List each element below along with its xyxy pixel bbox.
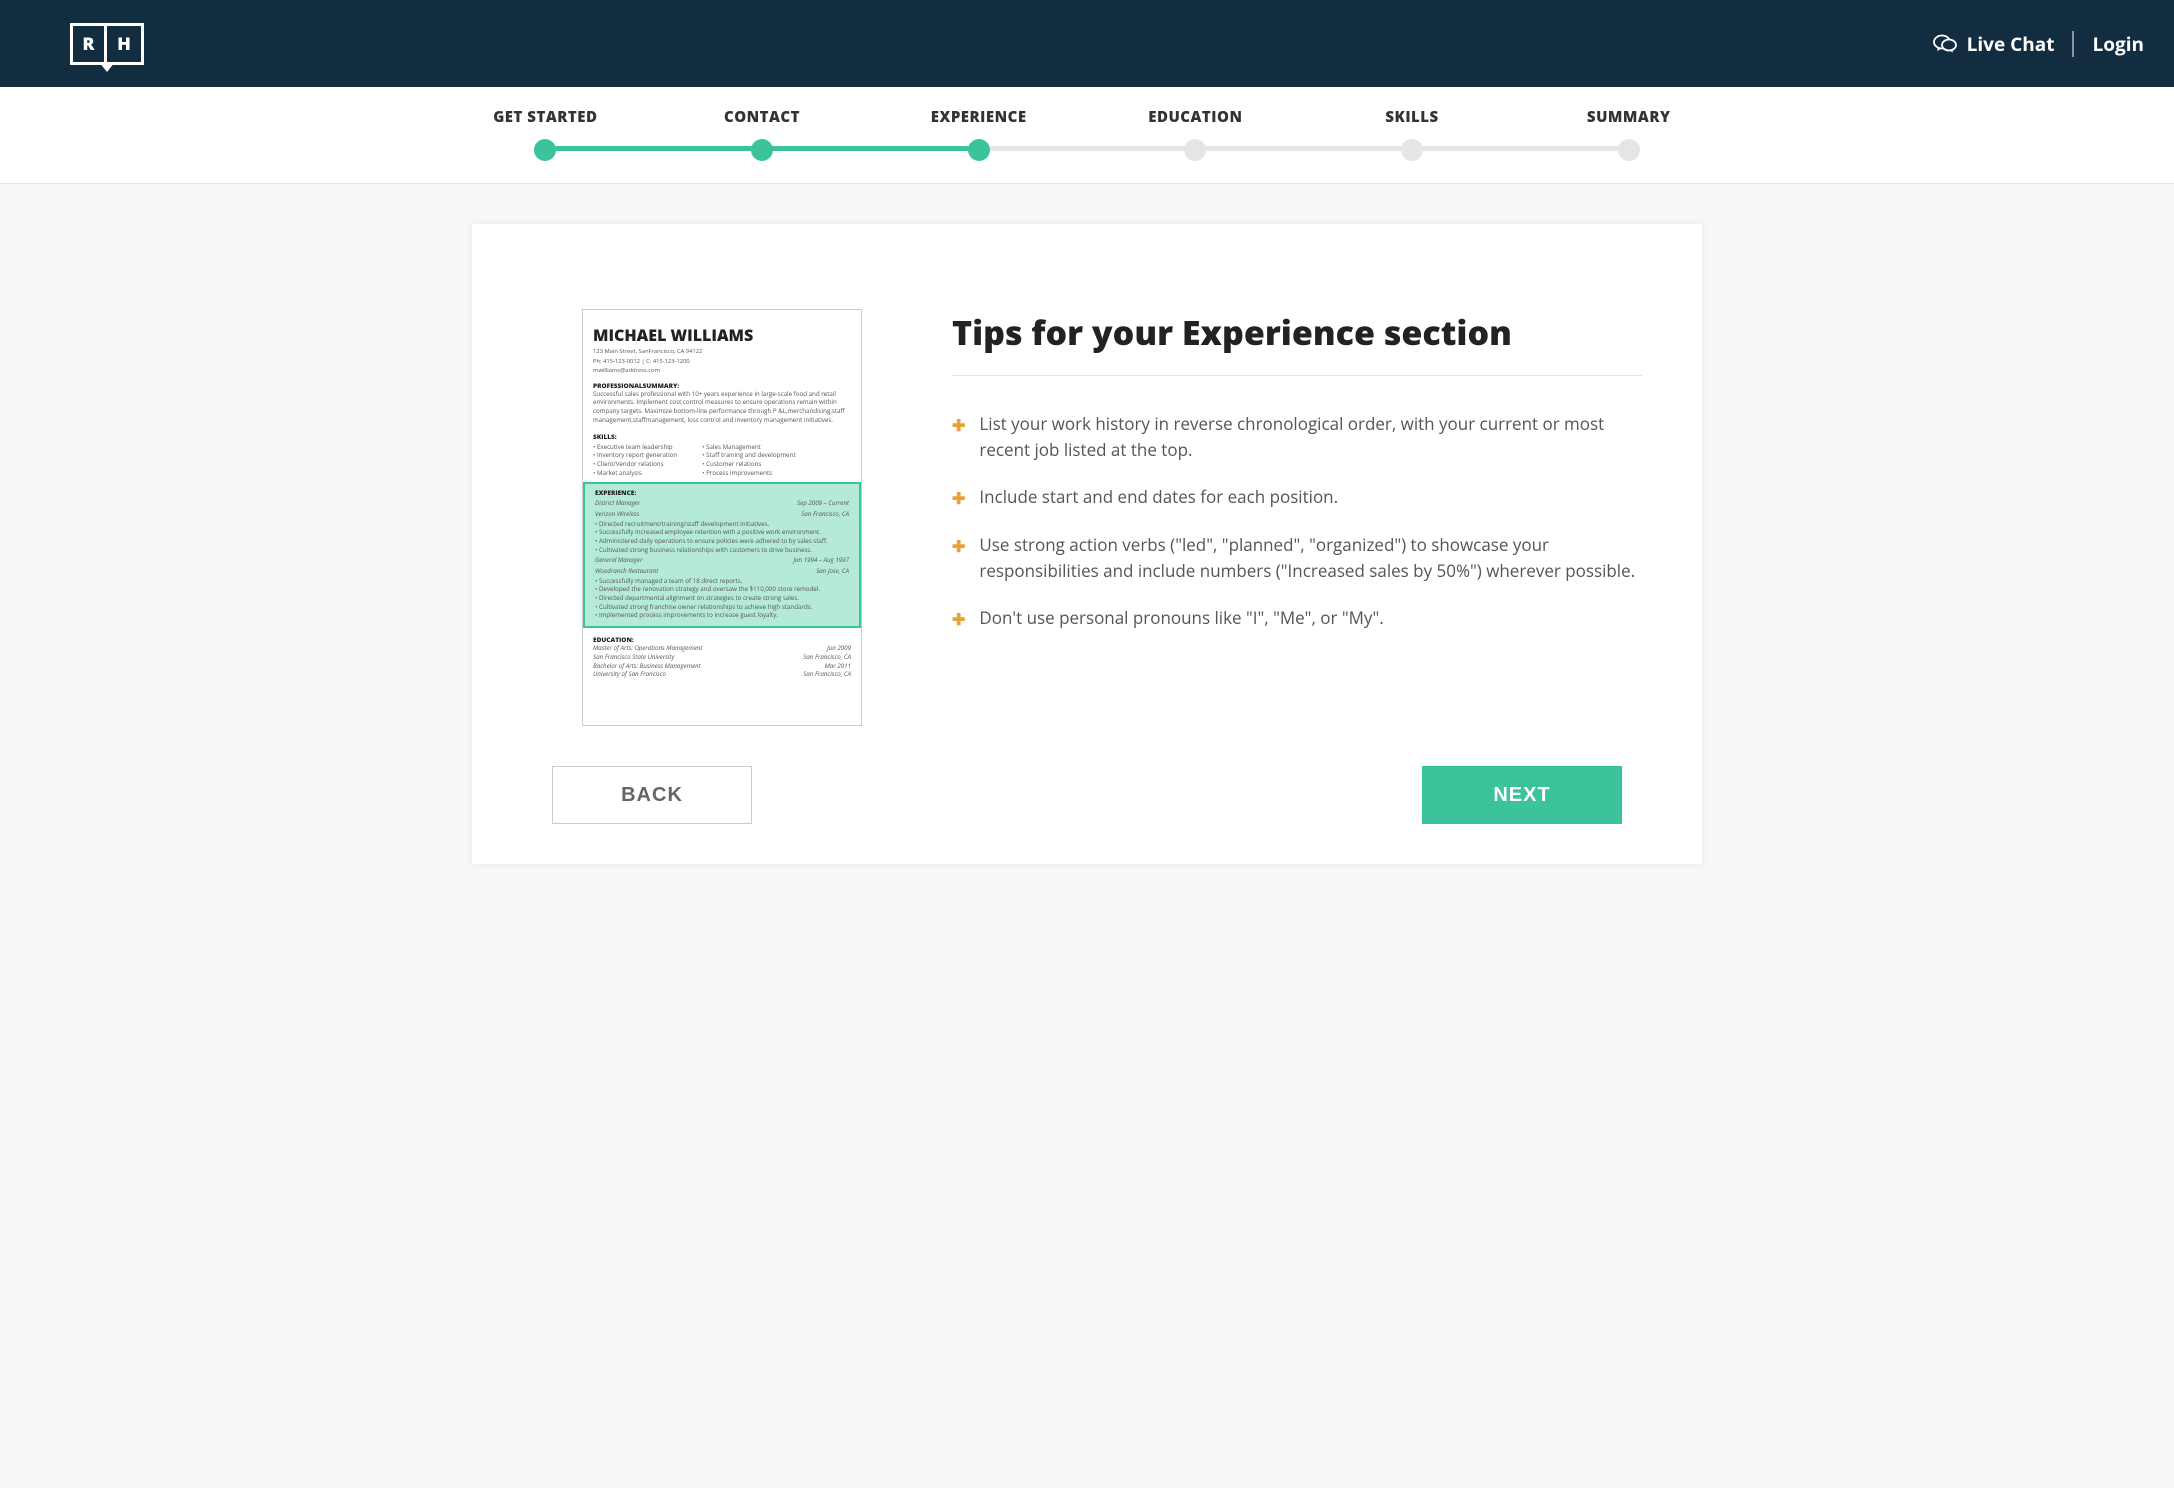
job-bullet: Implemented process improvements to incr… — [601, 611, 849, 620]
tip-item: ✚ List your work history in reverse chron… — [952, 411, 1642, 462]
plus-icon: ✚ — [952, 413, 965, 462]
app-header: R H Live Chat Login — [0, 0, 2174, 87]
logo-speech-tail — [99, 62, 115, 72]
logo-letter-h: H — [107, 26, 141, 62]
live-chat-label: Live Chat — [1967, 31, 2055, 57]
next-button[interactable]: NEXT — [1422, 766, 1622, 824]
back-label: BACK — [621, 784, 683, 807]
step-dot — [534, 139, 556, 161]
tips-title: Tips for your Experience section — [952, 309, 1642, 376]
chat-icon — [1933, 34, 1957, 54]
plus-icon: ✚ — [952, 607, 965, 631]
resume-skills-head: SKILLS: — [593, 432, 851, 441]
job-title-row: District ManagerSep 2009 – Current — [595, 499, 849, 508]
job-title-row: General ManagerJan 1994 – Aug 1997 — [595, 556, 849, 565]
plus-icon: ✚ — [952, 486, 965, 510]
resume-experience-highlight: EXPERIENCE: District ManagerSep 2009 – Cu… — [583, 482, 861, 628]
step-label: EDUCATION — [1148, 107, 1242, 127]
step-education[interactable]: EDUCATION — [1087, 107, 1304, 161]
tip-text: Include start and end dates for each pos… — [979, 484, 1338, 510]
login-label: Login — [2092, 31, 2144, 57]
content-row: MICHAEL WILLIAMS123 Main Street, SanFran… — [512, 309, 1662, 726]
resume-email: mwilliams@address.com — [593, 366, 851, 374]
step-label: SKILLS — [1385, 107, 1438, 127]
resume-preview: MICHAEL WILLIAMS123 Main Street, SanFran… — [582, 309, 862, 726]
resume-address: 123 Main Street, SanFrancisco, CA 94122 — [593, 347, 851, 355]
step-line — [1195, 146, 1412, 151]
tip-text: List your work history in reverse chrono… — [979, 411, 1642, 462]
step-line — [762, 146, 979, 151]
job-bullets: Directed recruitment/training/staff deve… — [595, 520, 849, 555]
progress-stepper: GET STARTED CONTACT EXPERIENCE EDUCATION SKI… — [0, 87, 2174, 184]
tips-list: ✚ List your work history in reverse chron… — [952, 411, 1642, 631]
step-summary[interactable]: SUMMARY — [1520, 107, 1737, 161]
resume-name: MICHAEL WILLIAMS — [593, 324, 851, 346]
skill-item: Process improvements — [702, 469, 795, 478]
tips-column: Tips for your Experience section ✚ List y… — [952, 309, 1662, 726]
nav-buttons: BACK NEXT — [512, 766, 1662, 824]
step-line — [545, 146, 762, 151]
resume-preview-column: MICHAEL WILLIAMS123 Main Street, SanFran… — [512, 309, 862, 726]
login-link[interactable]: Login — [2074, 31, 2144, 57]
resume-exp-head: EXPERIENCE: — [595, 488, 849, 497]
step-line — [979, 146, 1196, 151]
step-dot — [751, 139, 773, 161]
logo-letter-r: R — [73, 26, 107, 62]
step-label: CONTACT — [724, 107, 800, 127]
step-dot — [1618, 139, 1640, 161]
step-label: GET STARTED — [493, 107, 597, 127]
step-label: SUMMARY — [1587, 107, 1671, 127]
step-label: EXPERIENCE — [931, 107, 1027, 127]
logo[interactable]: R H — [70, 23, 144, 65]
step-contact[interactable]: CONTACT — [654, 107, 871, 161]
step-skills[interactable]: SKILLS — [1304, 107, 1521, 161]
header-actions: Live Chat Login — [1933, 31, 2144, 57]
back-button[interactable]: BACK — [552, 766, 752, 824]
live-chat-link[interactable]: Live Chat — [1933, 31, 2075, 57]
main-card: MICHAEL WILLIAMS123 Main Street, SanFran… — [472, 224, 1702, 864]
skill-item: Market analysis — [593, 469, 677, 478]
plus-icon: ✚ — [952, 534, 965, 583]
job-company-row: Verizon WirelessSan Francisco, CA — [595, 510, 849, 519]
job-company-row: Woodranch RestaurantSan Jose, CA — [595, 567, 849, 576]
tip-text: Use strong action verbs ("led", "planned… — [979, 532, 1642, 583]
job-bullet: Cultivated strong business relationships… — [601, 546, 849, 555]
step-experience[interactable]: EXPERIENCE — [870, 107, 1087, 161]
next-label: NEXT — [1493, 784, 1550, 807]
resume-summary-text: Successful sales professional with 10+ y… — [593, 390, 851, 425]
job-bullets: Successfully managed a team of 18 direct… — [595, 577, 849, 620]
tip-item: ✚ Include start and end dates for each po… — [952, 484, 1642, 510]
step-dot — [968, 139, 990, 161]
tip-item: ✚ Use strong action verbs ("led", "planne… — [952, 532, 1642, 583]
step-line — [1412, 146, 1629, 151]
resume-phone: Ph: 415-123-0012 | C: 415-123-1200 — [593, 357, 851, 365]
step-dot — [1184, 139, 1206, 161]
tip-item: ✚ Don't use personal pronouns like "I", "… — [952, 605, 1642, 631]
step-dot — [1401, 139, 1423, 161]
edu-school-row: University of San FranciscoSan Francisco… — [593, 670, 851, 679]
step-get-started[interactable]: GET STARTED — [437, 107, 654, 161]
resume-skills: Executive team leadershipInventory repor… — [593, 443, 851, 478]
tip-text: Don't use personal pronouns like "I", "M… — [979, 605, 1383, 631]
